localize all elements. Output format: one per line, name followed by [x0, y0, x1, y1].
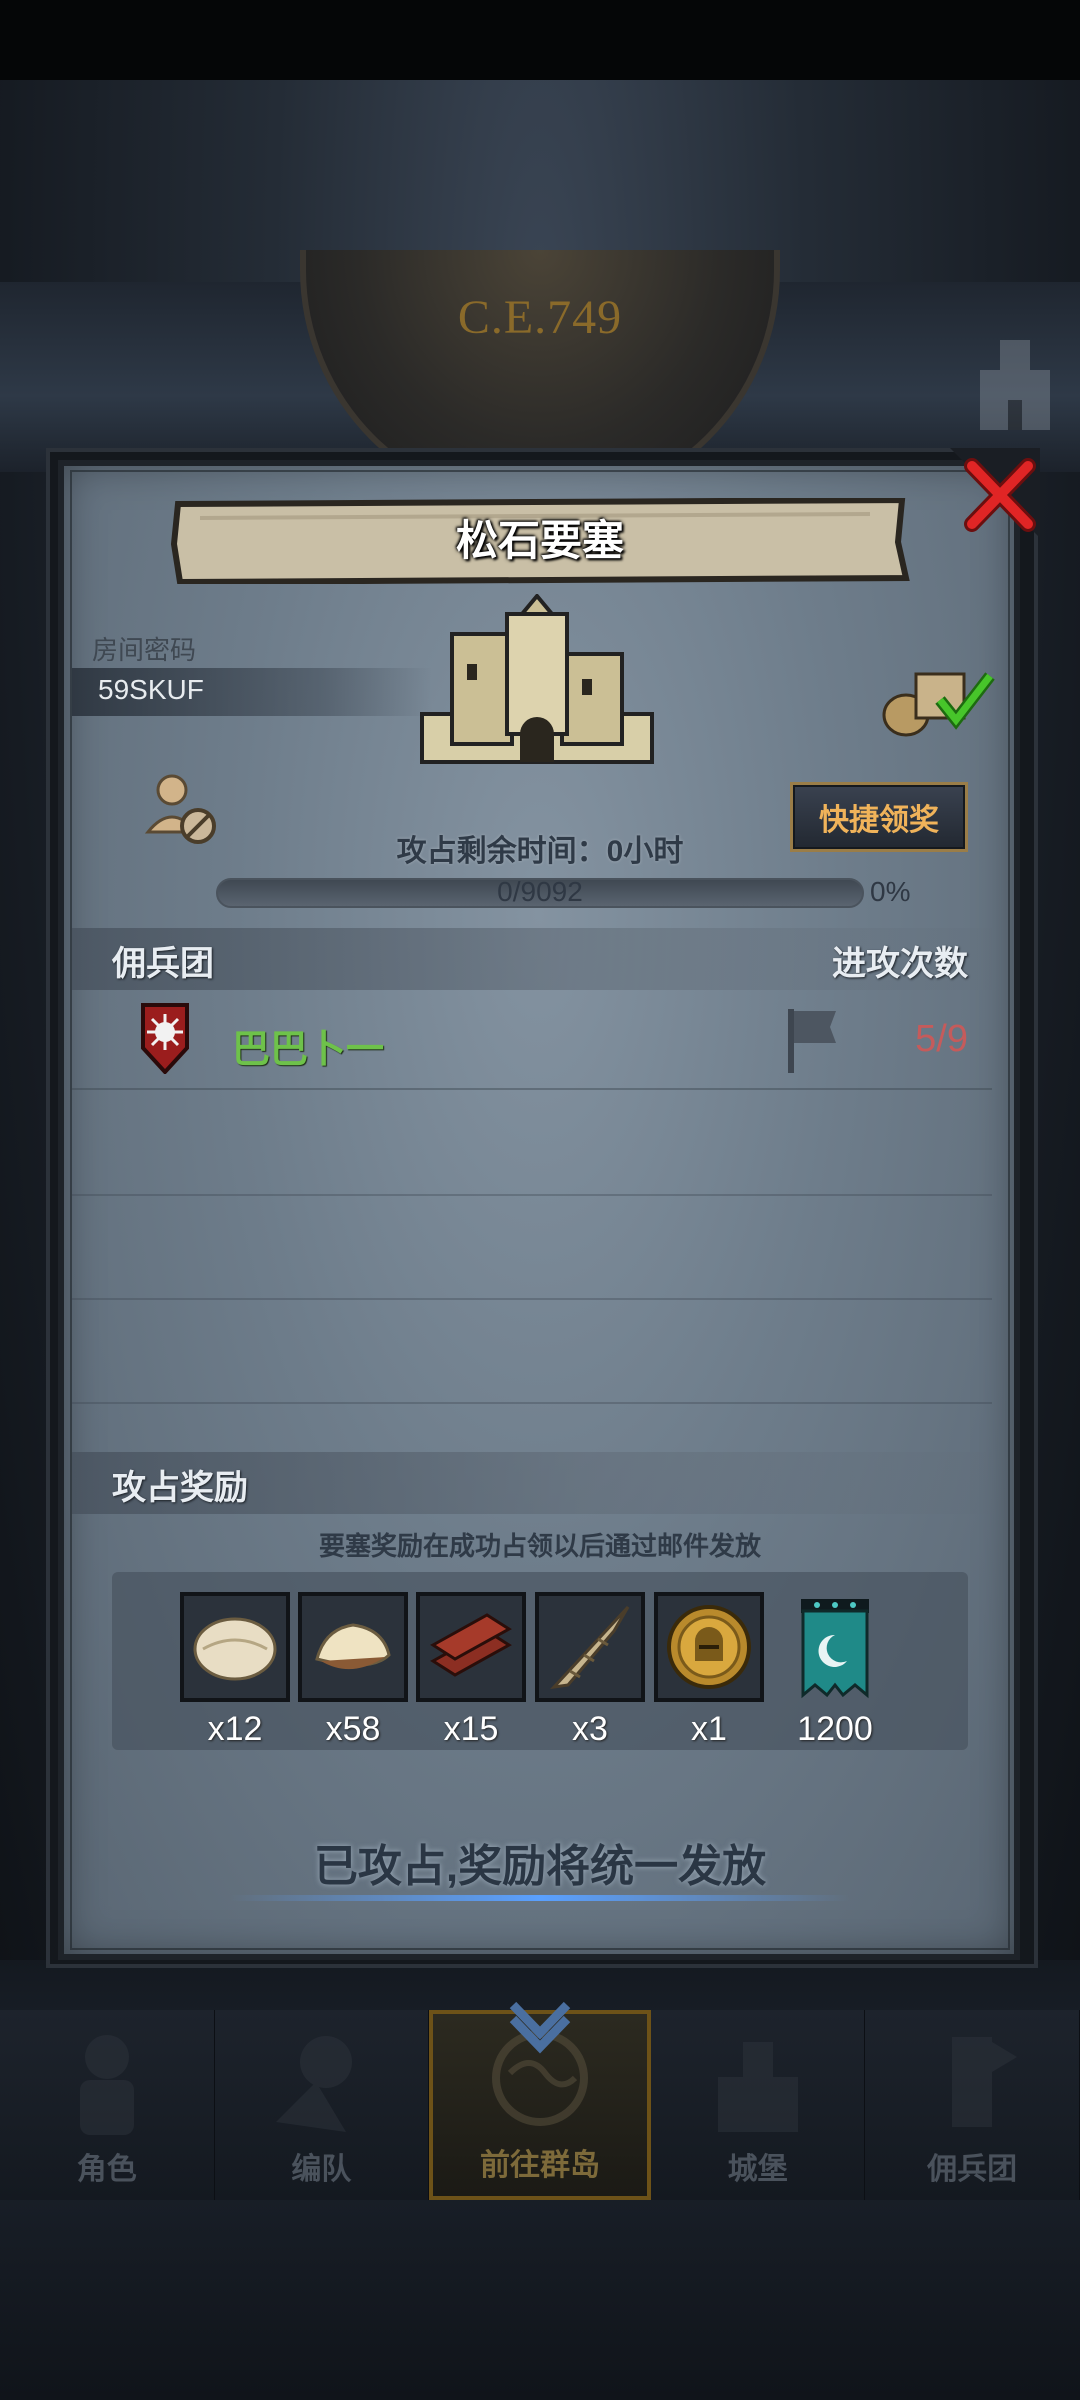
room-code-label: 房间密码: [92, 635, 197, 665]
wood-planks-icon: [430, 1613, 512, 1677]
reward-qty: x58: [325, 1710, 381, 1748]
reward-qty: x15: [443, 1710, 499, 1748]
close-icon[interactable]: [950, 448, 1040, 538]
castle-icon: [717, 2042, 798, 2132]
status-message: 已攻占,奖励将统一发放: [313, 1842, 767, 1891]
background-castle-icon: [980, 340, 1050, 430]
flag-icon: [788, 1009, 836, 1073]
guild-name: 巴巴卜一: [232, 1029, 385, 1071]
status-glow: [230, 1895, 850, 1901]
mercenary-icon: [952, 2037, 1018, 2127]
table-row-empty: [72, 1092, 992, 1196]
room-code[interactable]: 59SKUF: [98, 674, 204, 706]
nav-label: 编队: [291, 2153, 352, 2186]
reward-item[interactable]: 1200: [780, 1592, 890, 1749]
reward-slot: [780, 1592, 890, 1702]
nav-label: 佣兵团: [927, 2153, 1018, 2186]
reward-qty: x3: [572, 1710, 608, 1748]
reward-item[interactable]: x15: [416, 1592, 526, 1749]
reward-qty: x1: [691, 1710, 727, 1748]
chevron-down-icon: [509, 2001, 571, 2054]
knight-icon: [79, 2035, 134, 2135]
reward-item[interactable]: x3: [535, 1592, 645, 1749]
nav-label: 城堡: [727, 2153, 788, 2186]
nav-label: 前往群岛: [479, 2149, 600, 2182]
reward-slot: [298, 1592, 408, 1702]
reward-qty: 1200: [797, 1710, 873, 1748]
reward-header: 攻占奖励: [112, 1469, 248, 1507]
reward-slot: [654, 1592, 764, 1702]
loot-claimed-icon[interactable]: [876, 660, 996, 740]
progress-text: 0/9092: [497, 876, 583, 907]
fortress-icon: [420, 594, 654, 764]
formation-icon: [276, 2036, 353, 2132]
table-row-empty: [72, 1300, 992, 1404]
attack-count-header: 进攻次数: [832, 945, 968, 983]
reward-slot: [535, 1592, 645, 1702]
nav-item-mercenary[interactable]: 佣兵团: [865, 2010, 1080, 2200]
reward-qty: x12: [207, 1710, 263, 1748]
era-label: C.E.749: [457, 291, 623, 344]
table-row[interactable]: [72, 990, 992, 1090]
nav-item-castle[interactable]: 城堡: [650, 2010, 866, 2200]
nav-item-character[interactable]: 角色: [0, 2010, 215, 2200]
nav-label: 角色: [76, 2153, 137, 2186]
remaining-time: 攻占剩余时间：0小时: [396, 835, 684, 868]
attack-count: 5/9: [915, 1018, 968, 1060]
mercenary-header: 佣兵团: [112, 945, 214, 983]
table-row-empty: [72, 1196, 992, 1300]
progress-percent: 0%: [870, 876, 911, 907]
guild-banner-icon: [801, 1599, 869, 1699]
reward-item[interactable]: x12: [180, 1592, 290, 1749]
reward-slot: [180, 1592, 290, 1702]
fleece-icon: [193, 1617, 277, 1681]
reward-item[interactable]: x58: [298, 1592, 408, 1749]
horn-icon: [550, 1605, 630, 1690]
reward-slot: [416, 1592, 526, 1702]
knight-medal-icon: [667, 1605, 751, 1689]
reward-note: 要塞奖励在成功占领以后通过邮件发放: [318, 1531, 761, 1561]
modal-title: 松石要塞: [455, 517, 624, 564]
reward-item[interactable]: x1: [654, 1592, 764, 1749]
nav-item-formation[interactable]: 编队: [214, 2010, 430, 2200]
hide-icon: [315, 1623, 391, 1670]
guild-shield-icon: [141, 1003, 189, 1074]
